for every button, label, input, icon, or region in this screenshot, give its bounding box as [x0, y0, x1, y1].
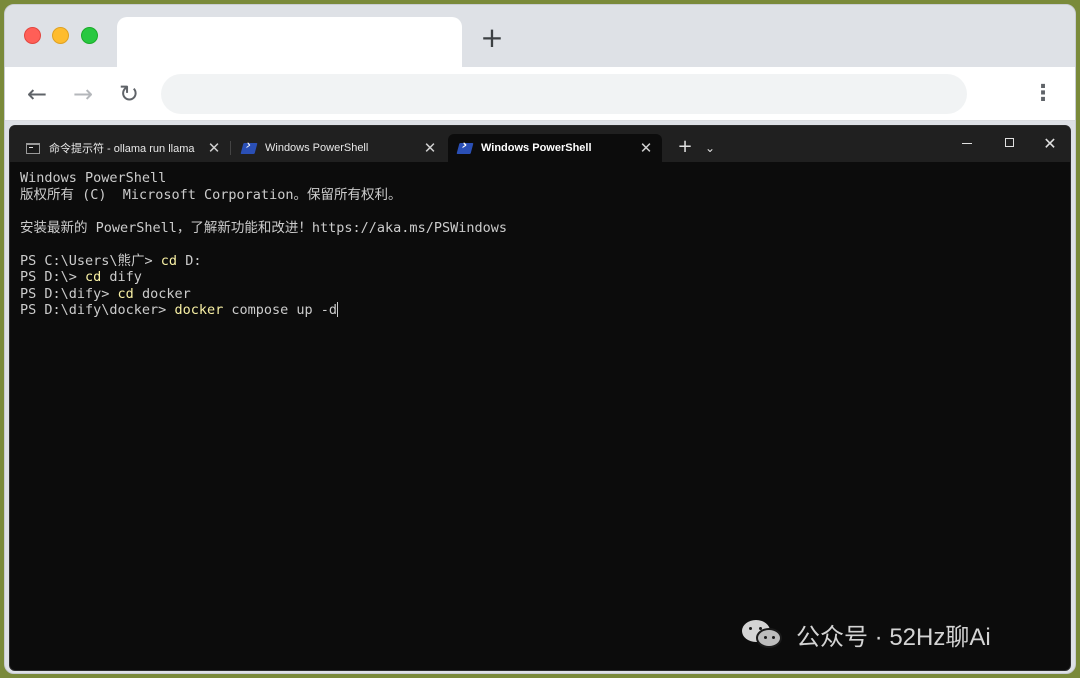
wechat-icon — [740, 618, 786, 650]
watermark-text: 公众号 · 52Hz聊Ai — [796, 623, 991, 651]
terminal-line: PS C:\Users\熊广> cd D: — [20, 253, 1060, 270]
tab-label: 命令提示符 - ollama run llama — [49, 143, 195, 155]
chevron-down-icon[interactable]: ⌄ — [700, 137, 720, 159]
tab-close-button[interactable]: ✕ — [204, 139, 224, 157]
terminal-close-button[interactable]: ✕ — [1030, 130, 1070, 158]
text-cursor — [337, 302, 339, 317]
terminal-line: 版权所有 (C) Microsoft Corporation。保留所有权利。 — [20, 186, 402, 203]
command-args: docker — [133, 285, 191, 302]
reload-button[interactable]: ↻ — [114, 79, 144, 109]
command: cd — [117, 285, 134, 302]
address-bar[interactable] — [161, 74, 967, 114]
tab-label: Windows PowerShell — [481, 142, 592, 154]
powershell-icon — [240, 142, 258, 154]
terminal-line: 安装最新的 PowerShell，了解新功能和改进！https://aka.ms… — [20, 219, 507, 236]
terminal-titlebar: 命令提示符 - ollama run llama ✕ Windows Power… — [10, 126, 1070, 162]
command: docker — [174, 302, 224, 318]
terminal-tab-cmd[interactable]: 命令提示符 - ollama run llama ✕ — [16, 134, 231, 162]
close-window-button[interactable] — [24, 27, 41, 44]
terminal-tab-powershell-1[interactable]: Windows PowerShell ✕ — [232, 134, 446, 162]
cmd-icon — [26, 142, 40, 154]
windows-terminal: 命令提示符 - ollama run llama ✕ Windows Power… — [9, 125, 1071, 671]
prompt: PS C:\Users\熊广> — [20, 252, 161, 269]
command: cd — [160, 252, 178, 269]
tab-divider — [230, 141, 231, 155]
terminal-new-tab-button[interactable]: + — [674, 136, 696, 158]
terminal-line: PS D:\dify\docker> docker compose up -d — [20, 302, 1060, 319]
minimize-window-button[interactable] — [52, 27, 69, 44]
prompt: PS D:\dify\docker> — [20, 302, 175, 318]
forward-button[interactable]: → — [68, 79, 98, 109]
watermark: 公众号 · 52Hz聊Ai — [740, 616, 991, 652]
command-args: D: — [177, 252, 202, 269]
terminal-line: PS D:\> cd dify — [20, 269, 1060, 286]
maximize-button[interactable] — [989, 130, 1029, 158]
terminal-line: PS D:\dify> cd docker — [20, 286, 1060, 303]
browser-tabstrip: + — [5, 5, 1075, 67]
command-args: compose up -d — [223, 302, 338, 318]
new-tab-button[interactable]: + — [479, 24, 505, 52]
prompt: PS D:\dify> — [20, 285, 118, 302]
terminal-output[interactable]: Windows PowerShell 版权所有 (C) Microsoft Co… — [20, 170, 1060, 660]
minimize-button[interactable] — [947, 130, 987, 158]
back-button[interactable]: ← — [22, 79, 52, 109]
browser-toolbar: ← → ↻ ⋮ — [5, 67, 1075, 121]
powershell-icon — [456, 142, 474, 154]
browser-window: + ← → ↻ ⋮ 命令提示符 - ollama run llama ✕ Win… — [4, 4, 1076, 674]
prompt: PS D:\> — [20, 269, 86, 285]
tab-label: Windows PowerShell — [265, 142, 369, 154]
minimize-icon — [962, 143, 972, 144]
tab-close-button[interactable]: ✕ — [636, 139, 656, 157]
browser-tab-active[interactable] — [117, 17, 462, 67]
maximize-icon — [1004, 138, 1014, 147]
command: cd — [85, 269, 102, 285]
tab-close-button[interactable]: ✕ — [420, 139, 440, 157]
zoom-window-button[interactable] — [81, 27, 98, 44]
terminal-line: Windows PowerShell — [20, 170, 167, 186]
terminal-tab-powershell-2[interactable]: Windows PowerShell ✕ — [448, 134, 662, 162]
browser-menu-icon[interactable]: ⋮ — [1031, 79, 1055, 109]
command-args: dify — [101, 269, 142, 285]
